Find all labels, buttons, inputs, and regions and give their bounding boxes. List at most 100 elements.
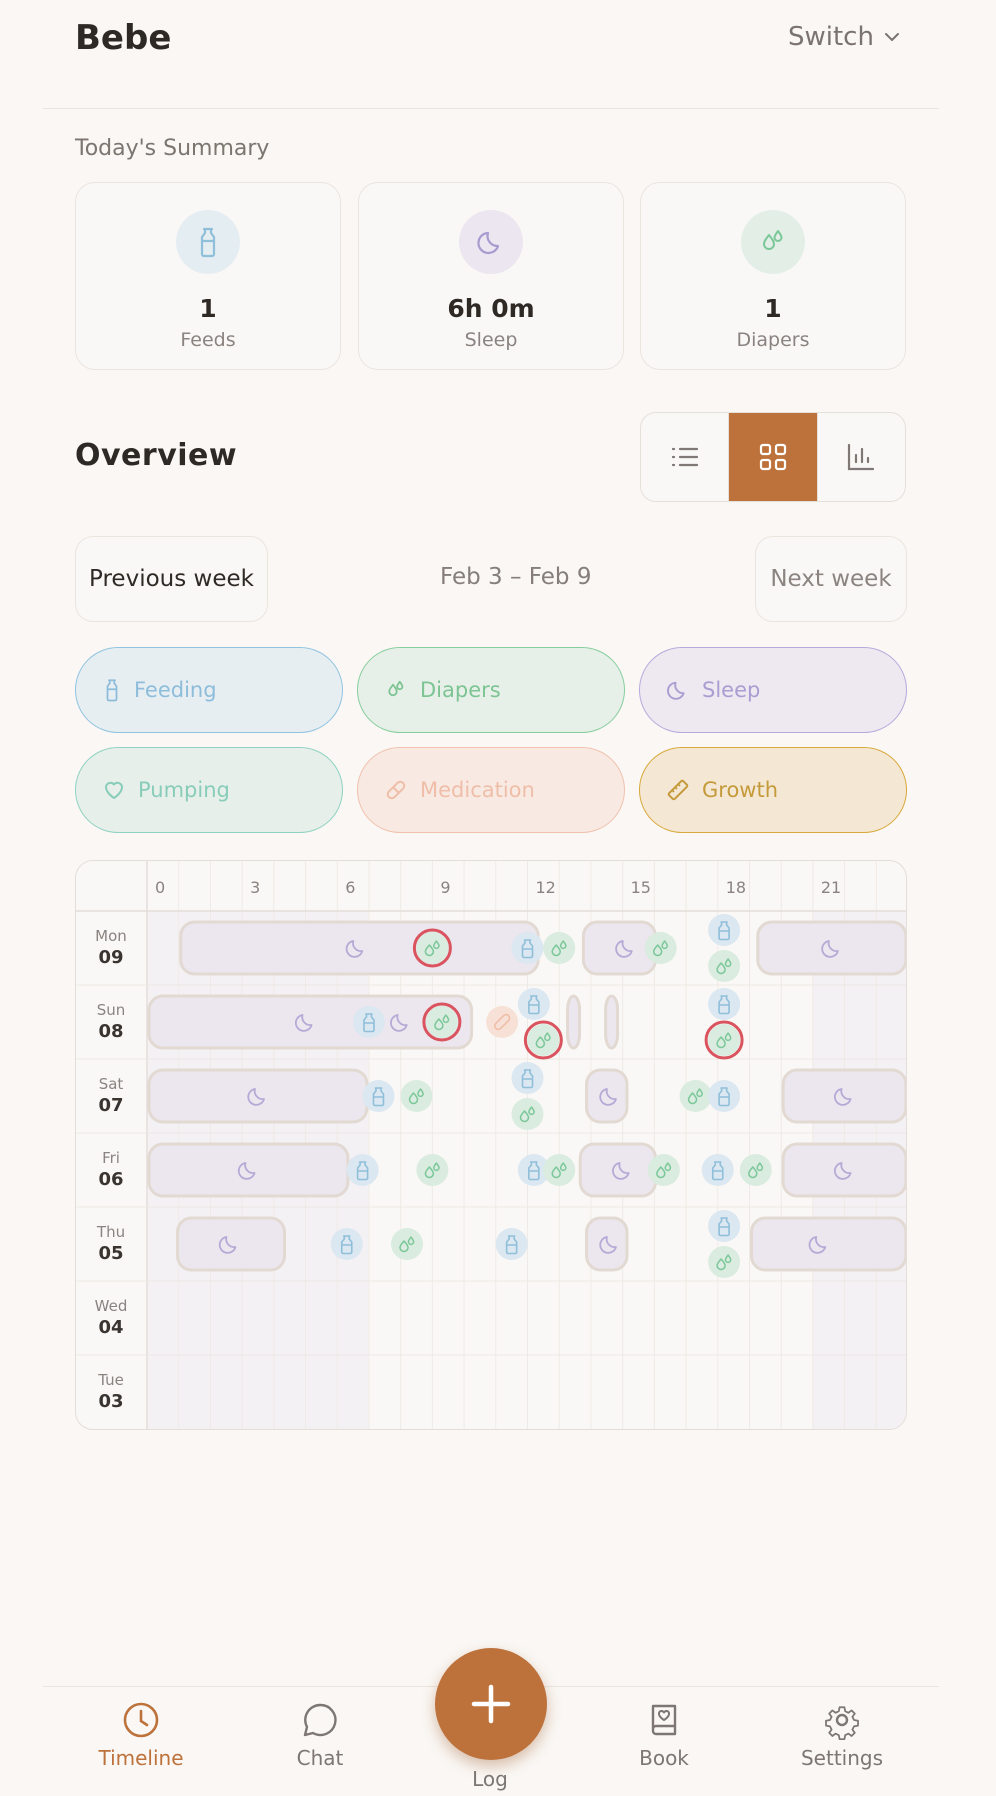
diapers-label: Diapers [736, 329, 810, 351]
day-date: 07 [98, 1095, 123, 1116]
tab-chat[interactable]: Chat [250, 1700, 390, 1770]
feed-event [708, 914, 741, 946]
sleep-block [749, 1216, 906, 1272]
grid-view-button[interactable] [729, 413, 817, 501]
filter-label: Pumping [138, 778, 230, 802]
previous-week-button[interactable]: Previous week [75, 536, 268, 622]
clock-icon [123, 1702, 159, 1738]
feeds-count: 1 [199, 294, 217, 323]
sleep-block [578, 1142, 658, 1198]
filter-label: Diapers [420, 678, 501, 702]
summary-title: Today's Summary [75, 136, 270, 161]
feeds-summary-card[interactable]: 1 Feeds [75, 182, 341, 370]
diaper-event [739, 1154, 772, 1186]
bottle-icon [102, 678, 122, 702]
sleep-block [179, 920, 540, 976]
sleep-block [566, 994, 582, 1050]
diaper-event [679, 1080, 712, 1112]
log-label: Log [472, 1767, 508, 1791]
filter-medication[interactable]: Medication [357, 747, 625, 833]
heart-icon [102, 778, 126, 802]
day-of-week: Wed [95, 1297, 128, 1315]
feed-event [352, 1006, 385, 1038]
filter-diapers[interactable]: Diapers [357, 647, 625, 733]
filter-growth[interactable]: Growth [639, 747, 907, 833]
diaper-event [391, 1228, 424, 1260]
hour-label: 0 [155, 878, 165, 897]
hour-label: 9 [440, 878, 450, 897]
day-of-week: Sat [99, 1075, 124, 1093]
sleep-block [781, 1142, 906, 1198]
hour-label: 18 [726, 878, 746, 897]
day-date: 05 [98, 1243, 123, 1264]
grid-icon [759, 443, 787, 471]
day-date: 04 [98, 1317, 123, 1338]
plus-icon [471, 1684, 511, 1724]
day-of-week: Mon [95, 927, 127, 945]
day-of-week: Tue [97, 1371, 124, 1389]
switch-baby-button[interactable]: Switch [788, 22, 900, 52]
day-of-week: Fri [102, 1149, 120, 1167]
sleep-block [756, 920, 906, 976]
diaper-event [543, 1154, 576, 1186]
diaper-event [412, 928, 452, 968]
diaper-event [416, 1154, 449, 1186]
day-date: 03 [98, 1391, 123, 1412]
list-icon [671, 447, 698, 467]
medication-event [486, 1006, 519, 1038]
feed-event [708, 1210, 741, 1242]
feeds-label: Feeds [180, 329, 236, 351]
diaper-event [708, 950, 741, 982]
chart-view-button[interactable] [816, 413, 905, 501]
sleep-block [176, 1216, 287, 1272]
pill-icon [384, 778, 408, 802]
feed-event [708, 988, 741, 1020]
filter-label: Medication [420, 778, 535, 802]
feed-event [346, 1154, 379, 1186]
sleep-block [781, 1068, 906, 1124]
tab-book[interactable]: Book [594, 1700, 734, 1770]
ruler-icon [666, 778, 690, 802]
filter-feeding[interactable]: Feeding [75, 647, 343, 733]
day-of-week: Thu [96, 1223, 125, 1241]
day-date: 08 [98, 1021, 123, 1042]
sleep-summary-card[interactable]: 6h 0m Sleep [358, 182, 624, 370]
view-toggle [640, 412, 906, 502]
feed-event [701, 1154, 734, 1186]
diapers-summary-card[interactable]: 1 Diapers [640, 182, 906, 370]
next-week-button[interactable]: Next week [755, 536, 907, 622]
drops-icon [741, 210, 805, 274]
tab-book-label: Book [639, 1746, 689, 1770]
gear-icon [825, 1706, 859, 1740]
hour-label: 15 [631, 878, 651, 897]
filter-label: Feeding [134, 678, 217, 702]
filter-pumping[interactable]: Pumping [75, 747, 343, 833]
feed-event [511, 932, 544, 964]
diaper-event [644, 932, 677, 964]
bottle-icon [176, 210, 240, 274]
tab-settings-label: Settings [800, 1746, 884, 1770]
tab-timeline[interactable]: Timeline [71, 1700, 211, 1770]
list-view-button[interactable] [641, 413, 730, 501]
feed-event [362, 1080, 395, 1112]
feed-event [495, 1228, 528, 1260]
tab-settings[interactable]: Settings [772, 1700, 912, 1770]
hour-label: 12 [536, 878, 556, 897]
baby-name-title: Bebe [75, 18, 172, 58]
filter-label: Growth [702, 778, 779, 802]
diaper-event [523, 1020, 563, 1060]
overview-title: Overview [75, 438, 238, 473]
diaper-event [422, 1002, 462, 1042]
filter-sleep[interactable]: Sleep [639, 647, 907, 733]
chat-icon [303, 1703, 337, 1737]
tab-timeline-label: Timeline [98, 1746, 184, 1770]
log-add-button[interactable] [435, 1648, 547, 1760]
feed-event [330, 1228, 363, 1260]
diaper-event [647, 1154, 680, 1186]
diaper-event [543, 932, 576, 964]
sleep-duration: 6h 0m [447, 294, 535, 323]
diapers-count: 1 [764, 294, 782, 323]
moon-icon [666, 678, 690, 702]
week-timeline-grid: 0 3 6 9 12 15 18 21 Mon 09 Sun 08 Sat 07 Fri 06 Thu 05 Wed… [75, 860, 907, 1430]
sleep-block [585, 1068, 629, 1124]
